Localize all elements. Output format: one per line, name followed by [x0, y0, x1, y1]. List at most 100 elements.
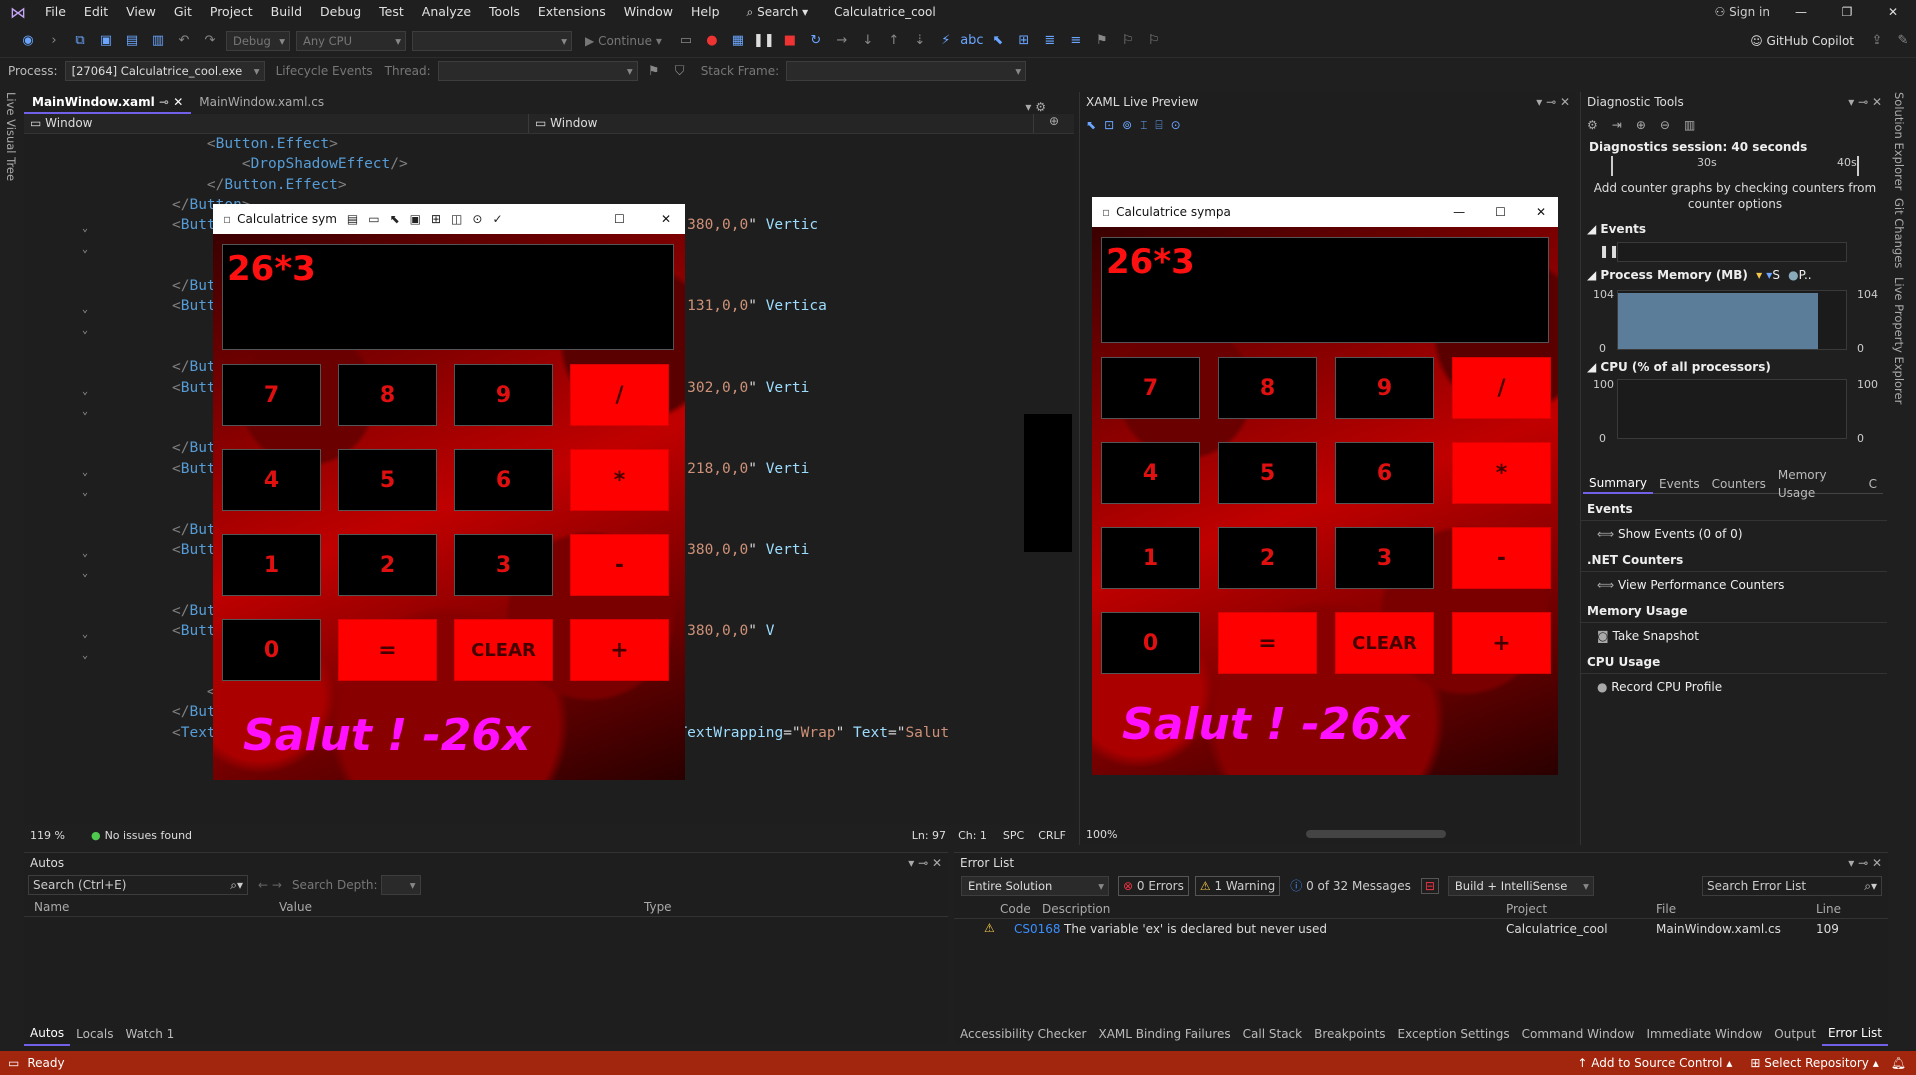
tab-mainwindow-cs[interactable]: MainWindow.xaml.cs [191, 92, 332, 114]
menu-help[interactable]: Help [682, 0, 729, 24]
live-visual-tree-tab[interactable]: Live Visual Tree [4, 92, 18, 181]
calc-button-minus[interactable]: - [1452, 527, 1551, 589]
bookmark-icon[interactable]: ⚑ [1092, 31, 1112, 51]
live-property-explorer-tab[interactable]: Live Property Explorer [1892, 277, 1906, 404]
calc-button-8[interactable]: 8 [338, 364, 437, 426]
menu-tools[interactable]: Tools [480, 0, 529, 24]
tab-overflow-icon[interactable]: ▾ ⚙ [1025, 100, 1074, 114]
minimize-button[interactable]: — [1778, 0, 1824, 24]
calc-button-plus[interactable]: + [570, 619, 669, 681]
summary-link[interactable]: ⟺ Show Events (0 of 0) [1581, 521, 1887, 547]
sign-in-button[interactable]: ⚇ Sign in [1714, 5, 1770, 19]
bookmark-next-icon[interactable]: ⚐ [1144, 31, 1164, 51]
fold-chevron-icon[interactable]: ⌄ [82, 483, 88, 503]
panel-controls-icon[interactable]: ▾ ⊸ ✕ [1848, 92, 1888, 112]
errors-filter-button[interactable]: ⊗ 0 Errors [1118, 876, 1189, 896]
calc-button-4[interactable]: 4 [222, 449, 321, 511]
calc-button-5[interactable]: 5 [1218, 442, 1317, 504]
whitespace-mode[interactable]: SPC [1003, 829, 1024, 842]
autos-search-input[interactable]: Search (Ctrl+E) ⌕▾ [28, 875, 248, 895]
open-icon[interactable]: ▣ [96, 31, 116, 51]
notifications-icon[interactable]: 🔔︎ [1891, 1056, 1906, 1070]
layout-adorners-icon[interactable]: ⌸ [1155, 118, 1162, 133]
settings-icon[interactable]: ⚙ [1587, 118, 1598, 132]
search-button[interactable]: ⌕ Search ▾ [739, 0, 817, 24]
solution-explorer-tab[interactable]: Solution Explorer [1892, 92, 1906, 190]
fold-chevron-icon[interactable]: ⌄ [82, 402, 88, 422]
close-icon[interactable]: ✕ [661, 212, 671, 226]
zoom-out-icon[interactable]: ⊖ [1660, 118, 1670, 132]
scope-dropdown[interactable]: Entire Solution [961, 876, 1109, 896]
menu-analyze[interactable]: Analyze [413, 0, 480, 24]
summary-link[interactable]: ● Record CPU Profile [1581, 674, 1887, 700]
outdent-icon[interactable]: ≡ [1066, 31, 1086, 51]
preview-icon[interactable]: ⊙ [1171, 118, 1181, 132]
calc-button-6[interactable]: 6 [1335, 442, 1434, 504]
tab-immediate-window[interactable]: Immediate Window [1640, 1023, 1768, 1045]
tab-accessibility-checker[interactable]: Accessibility Checker [954, 1023, 1092, 1045]
tab-call-stack[interactable]: Call Stack [1237, 1023, 1308, 1045]
calc-button-clear[interactable]: CLEAR [454, 619, 553, 681]
calc-button-7[interactable]: 7 [222, 364, 321, 426]
restart-icon[interactable]: ↻ [806, 31, 826, 51]
nav-dropdown-member[interactable]: ▭ Window [529, 114, 1034, 133]
nav-back-icon[interactable]: ← → [258, 878, 282, 892]
filter-icon[interactable]: ⊟ [1420, 878, 1439, 894]
lifecycle-events[interactable]: Lifecycle Events [276, 64, 373, 78]
calculator-titlebar[interactable]: ▫ Calculatrice sym ▤▭⬉▣⊞◫⊙✓ ☐ ✕ [213, 204, 685, 234]
fold-chevron-icon[interactable]: ⌄ [82, 240, 88, 260]
pause-icon[interactable]: ❚❚ [753, 31, 775, 51]
build-dropdown[interactable]: Build + IntelliSense [1447, 876, 1594, 896]
preview-zoom[interactable]: 100% [1086, 828, 1117, 841]
events-section-header[interactable]: ◢ Events [1587, 222, 1646, 236]
warnings-filter-button[interactable]: ⚠ 1 Warning [1194, 876, 1281, 896]
tab-output[interactable]: Output [1768, 1023, 1822, 1045]
calc-button-divide[interactable]: / [1452, 357, 1551, 419]
calc-button-plus[interactable]: + [1452, 612, 1551, 674]
nav-dropdown-type[interactable]: ▭ Window [24, 114, 529, 133]
window-icon[interactable]: ▦ [728, 31, 748, 51]
calc-button-7[interactable]: 7 [1101, 357, 1200, 419]
maximize-icon[interactable]: ☐ [614, 212, 625, 226]
share-icon[interactable]: ⇪ [1867, 31, 1887, 51]
display-adorners-icon[interactable]: ⊡ [1104, 118, 1114, 132]
pin-icon[interactable]: ⊸ [159, 95, 169, 109]
fold-chevron-icon[interactable]: ⌄ [82, 382, 88, 402]
select-repo-button[interactable]: ⊞ Select Repository ▴ [1750, 1056, 1878, 1070]
select-element-icon[interactable]: ⬉ [988, 31, 1008, 51]
close-button[interactable]: ✕ [1870, 0, 1916, 24]
tab-autos[interactable]: Autos [24, 1022, 71, 1046]
tab-breakpoints[interactable]: Breakpoints [1308, 1023, 1391, 1045]
error-code-link[interactable]: CS0168 [1014, 922, 1061, 936]
close-tab-icon[interactable]: ✕ [173, 95, 183, 109]
step-out-icon[interactable]: ↑ [884, 31, 904, 51]
calc-button-5[interactable]: 5 [338, 449, 437, 511]
menu-debug[interactable]: Debug [311, 0, 370, 24]
save-icon[interactable]: ▤ [122, 31, 142, 51]
col-description[interactable]: Description [1042, 902, 1110, 916]
menu-window[interactable]: Window [615, 0, 682, 24]
col-name[interactable]: Name [34, 900, 69, 914]
summary-link[interactable]: ⟺ View Performance Counters [1581, 572, 1887, 598]
diag-tab-summary[interactable]: Summary [1583, 474, 1653, 494]
calc-button-clear[interactable]: CLEAR [1335, 612, 1434, 674]
menu-build[interactable]: Build [262, 0, 311, 24]
calc-button-9[interactable]: 9 [454, 364, 553, 426]
forward-icon[interactable]: › [44, 31, 64, 51]
horizontal-scrollbar[interactable] [1306, 830, 1446, 838]
calc-button-multiply[interactable]: * [1452, 442, 1551, 504]
calc-button-3[interactable]: 3 [454, 534, 553, 596]
calc-button-3[interactable]: 3 [1335, 527, 1434, 589]
calc-button-6[interactable]: 6 [454, 449, 553, 511]
calc-button-0[interactable]: 0 [222, 619, 321, 681]
tab-command-window[interactable]: Command Window [1516, 1023, 1641, 1045]
fold-chevron-icon[interactable]: ⌄ [82, 564, 88, 584]
platform-dropdown[interactable]: Any CPU [296, 30, 406, 51]
tab-mainwindow-xaml[interactable]: MainWindow.xaml ⊸ ✕ [24, 92, 192, 114]
redo-icon[interactable]: ↷ [200, 31, 220, 51]
calc-button-8[interactable]: 8 [1218, 357, 1317, 419]
calc-button-9[interactable]: 9 [1335, 357, 1434, 419]
git-changes-tab[interactable]: Git Changes [1892, 198, 1906, 268]
stop-icon[interactable]: ■ [780, 31, 800, 51]
bookmark-prev-icon[interactable]: ⚐ [1118, 31, 1138, 51]
